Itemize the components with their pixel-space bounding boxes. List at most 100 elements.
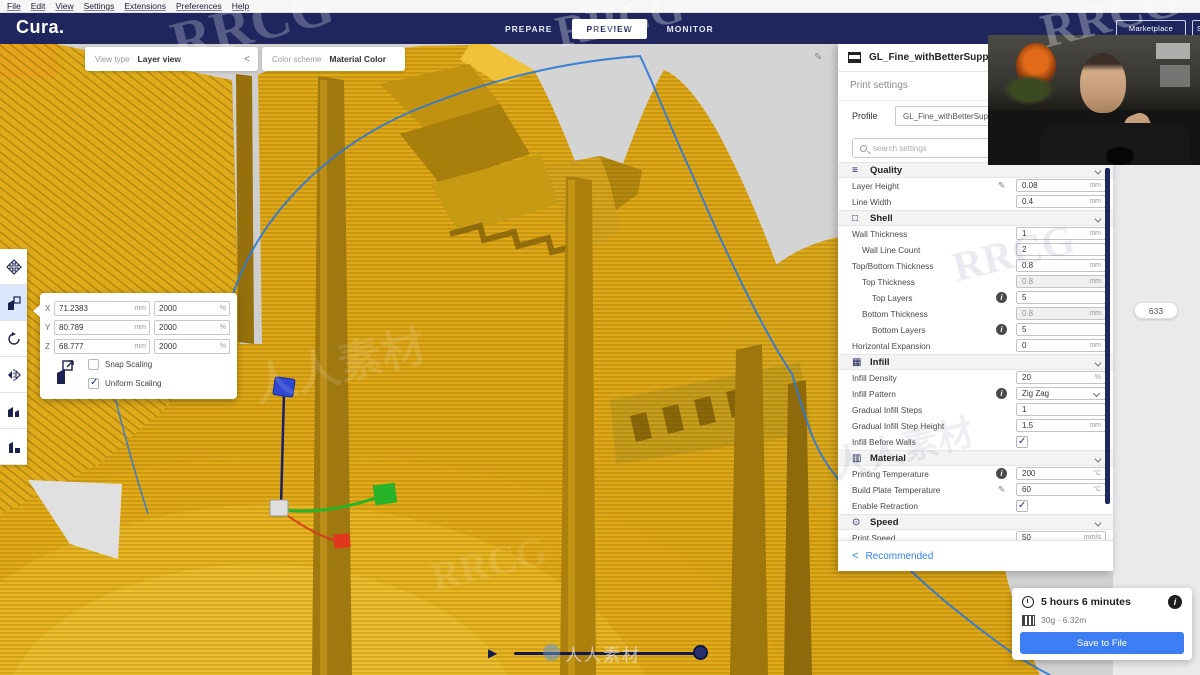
setting-input[interactable]: 60 °C [1016,483,1106,496]
view-type-label: View type [95,54,130,64]
setting-checkbox[interactable] [1016,500,1028,512]
tab-preview[interactable]: PREVIEW [572,18,647,39]
unit-label: % [219,343,226,350]
setting-input[interactable]: 1 mm [1016,227,1106,240]
setting-row: Infill Density 20% [838,370,1113,386]
setting-dropdown[interactable]: Zig Zag [1016,387,1106,400]
menu-preferences[interactable]: Preferences [171,1,227,11]
scale-input-z[interactable]: 2000% [154,339,230,354]
gizmo-z-handle[interactable] [272,376,296,398]
chevron-down-icon[interactable] [1094,215,1102,223]
setting-input[interactable]: 1 [1016,403,1106,416]
menu-edit[interactable]: Edit [26,1,51,11]
uniform-scaling-checkbox[interactable] [88,377,99,389]
setting-input[interactable]: 5 [1016,291,1106,304]
setting-input[interactable]: 20% [1016,371,1106,384]
setting-label: Line Width [852,197,892,207]
info-icon[interactable]: i [996,468,1007,479]
setting-value: 0.8 [1022,309,1034,318]
pencil-icon[interactable] [998,180,1005,191]
recommended-link[interactable]: Recommended [865,551,933,562]
color-scheme-value[interactable]: Material Color [329,54,386,64]
position-input-x[interactable]: 71.2383 mm [54,301,150,316]
menu-view[interactable]: View [50,1,78,11]
menu-file[interactable]: File [2,1,26,11]
setting-unit: mm [1089,278,1101,285]
save-to-file-button[interactable]: Save to File [1020,632,1184,654]
setting-row: Bottom Layers i 5 [838,322,1113,338]
setting-input[interactable]: 2 [1016,243,1106,256]
position-value: 71.2383 [59,304,88,313]
setting-value: 0 [1022,341,1027,350]
snap-scaling-label: Snap Scaling [105,360,153,369]
tool-scale[interactable] [0,285,27,321]
setting-value: 0.8 [1022,277,1034,286]
position-input-y[interactable]: 80.789 mm [54,320,150,335]
info-icon[interactable]: i [996,292,1007,303]
setting-row: Top Layers i 5 [838,290,1113,306]
setting-value: 0.08 [1022,181,1038,190]
section-header-speed[interactable]: ⊙ Speed [838,514,1113,530]
tool-move[interactable] [0,249,27,285]
setting-checkbox[interactable] [1016,436,1028,448]
tool-support-blocker[interactable] [0,429,27,465]
gizmo-x-handle[interactable] [372,482,398,506]
setting-value: 20 [1022,373,1031,382]
chevron-down-icon[interactable] [1094,455,1102,463]
menu-extensions[interactable]: Extensions [119,1,171,11]
tool-mirror[interactable] [0,357,27,393]
webcam-microphone [1106,147,1134,165]
collapse-icon[interactable] [244,54,250,65]
view-type-selector[interactable]: View type Layer view [85,47,258,71]
setting-input[interactable]: 0.8 mm [1016,259,1106,272]
snap-scaling-checkbox[interactable] [88,359,99,370]
tab-monitor[interactable]: MONITOR [667,24,714,34]
scale-input-x[interactable]: 2000% [154,301,230,316]
chevron-down-icon[interactable] [1094,519,1102,527]
view-type-value[interactable]: Layer view [138,54,181,64]
slider-track[interactable] [514,652,704,655]
position-input-z[interactable]: 68.777 mm [54,339,150,354]
setting-input[interactable]: 50 mm/s [1016,531,1106,540]
tool-rotate[interactable] [0,321,27,357]
setting-input[interactable]: 200 °C [1016,467,1106,480]
gizmo-center-handle[interactable] [269,499,289,517]
color-scheme-label: Color scheme [272,54,322,64]
section-header-infill[interactable]: ▦ Infill [838,354,1113,370]
settings-scrollbar[interactable] [1105,168,1110,504]
info-icon[interactable]: i [996,388,1007,399]
setting-input[interactable]: 0 mm [1016,339,1106,352]
menu-settings[interactable]: Settings [79,1,120,11]
setting-label: Printing Temperature [852,469,929,479]
setting-input[interactable]: 5 [1016,323,1106,336]
info-icon[interactable]: i [1168,595,1182,609]
section-header-shell[interactable]: □ Shell [838,210,1113,226]
setting-label: Infill Pattern [852,389,896,399]
slider-handle[interactable] [693,645,708,660]
setting-row: Bottom Thickness 0.8 mm [838,306,1113,322]
setting-row: Infill Before Walls [838,434,1113,450]
section-title: Speed [870,516,899,528]
play-button[interactable] [488,646,497,660]
scale-input-y[interactable]: 2000% [154,320,230,335]
section-title: Infill [870,356,890,368]
tool-per-model-settings[interactable] [0,393,27,429]
setting-input[interactable]: 0.08 mm [1016,179,1106,192]
layer-number-indicator[interactable]: 633 [1134,302,1178,319]
tab-prepare[interactable]: PREPARE [505,24,552,34]
section-header-material[interactable]: ▥ Material [838,450,1113,466]
menu-help[interactable]: Help [227,1,254,11]
color-scheme-selector[interactable]: Color scheme Material Color [262,47,405,71]
info-icon[interactable]: i [996,324,1007,335]
edit-pencil-icon[interactable] [814,52,822,63]
setting-label: Infill Density [852,373,897,383]
gizmo-y-handle[interactable] [333,533,351,549]
setting-input[interactable]: 0.4 mm [1016,195,1106,208]
pencil-icon[interactable] [998,484,1005,495]
setting-row: Wall Line Count 2 [838,242,1113,258]
profile-label: Profile [852,111,878,121]
chevron-down-icon[interactable] [1094,359,1102,367]
chevron-down-icon[interactable] [1094,167,1102,175]
setting-input[interactable]: 1.5 mm [1016,419,1106,432]
setting-row: Wall Thickness 1 mm [838,226,1113,242]
